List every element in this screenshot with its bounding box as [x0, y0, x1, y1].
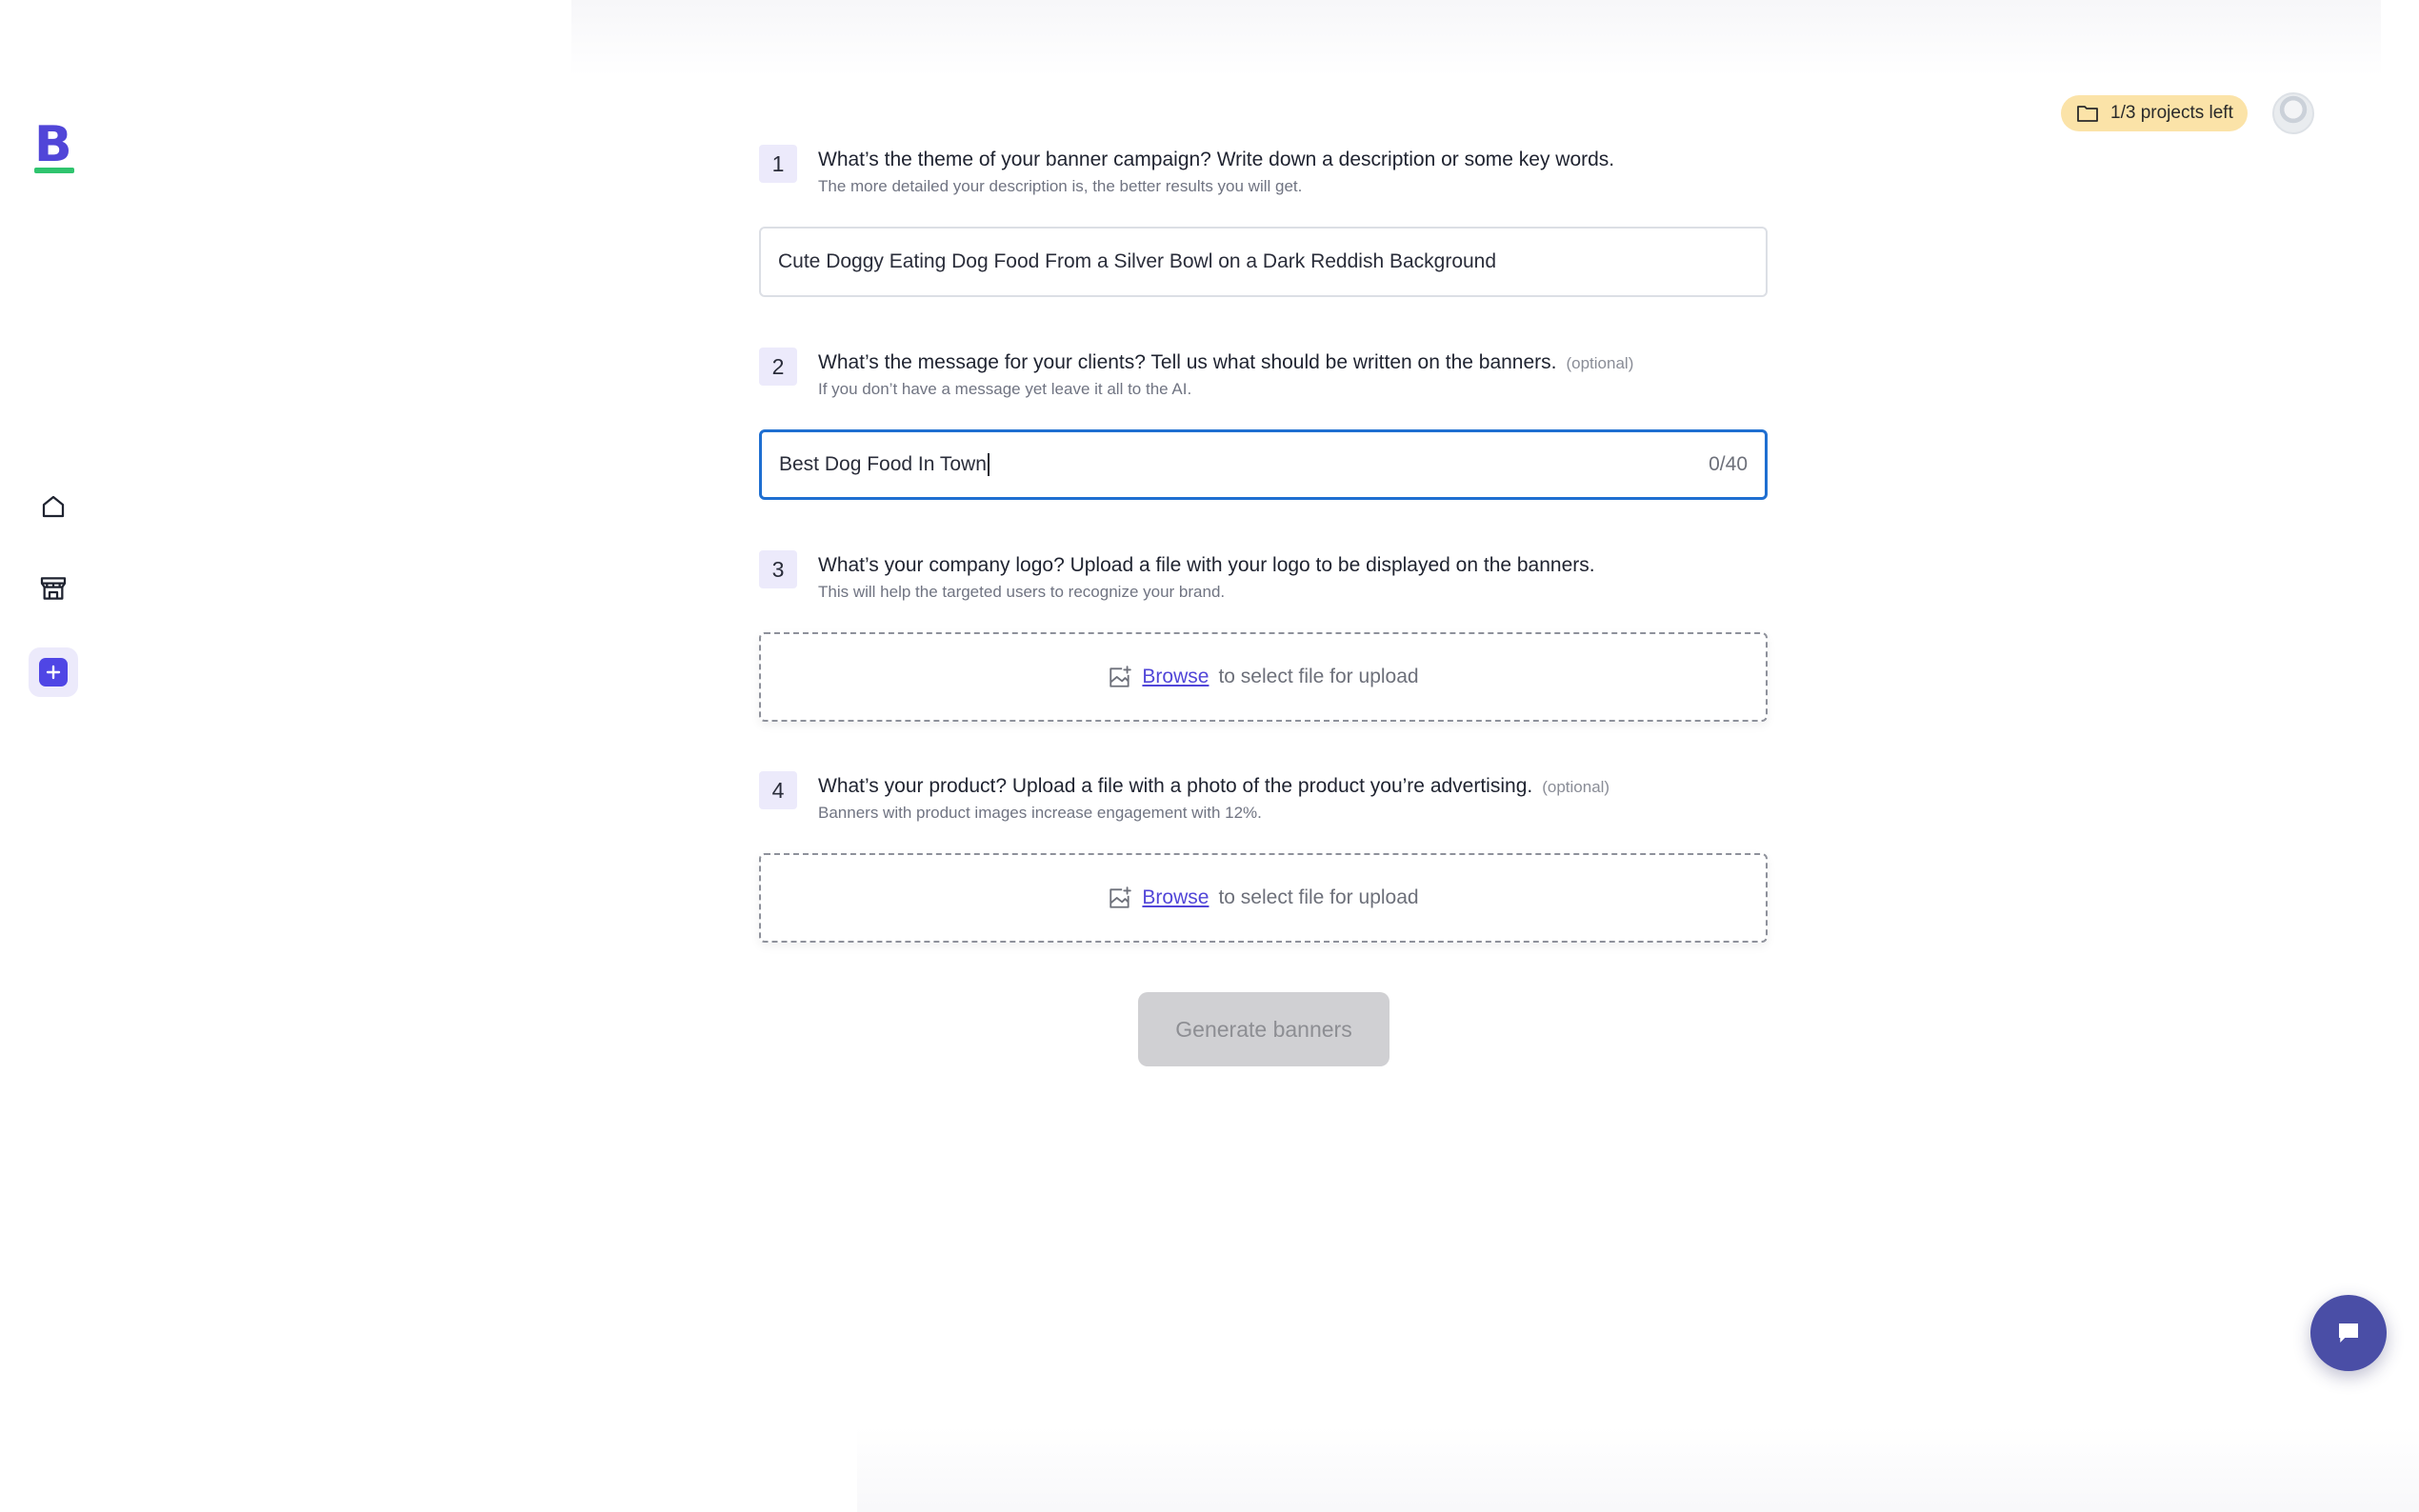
bottom-haze: [857, 1426, 2419, 1512]
step-subtitle: If you don’t have a message yet leave it…: [818, 380, 1192, 398]
optional-label: (optional): [1542, 778, 1610, 796]
step-number: 1: [759, 145, 797, 183]
upload-hint: to select file for upload: [1218, 666, 1419, 687]
product-upload-dropzone[interactable]: Browse to select file for upload: [759, 853, 1768, 943]
plus-icon: [39, 658, 68, 686]
step-number: 3: [759, 550, 797, 588]
char-counter: 0/40: [1709, 453, 1748, 475]
upload-hint: to select file for upload: [1218, 886, 1419, 908]
theme-input-value: Cute Doggy Eating Dog Food From a Silver…: [778, 250, 1497, 272]
step-title: What’s the theme of your banner campaign…: [818, 149, 1615, 170]
sidebar-item-store[interactable]: [29, 564, 78, 613]
folder-icon: [2077, 106, 2098, 122]
message-input-value: Best Dog Food In Town: [779, 453, 987, 475]
step-subtitle: The more detailed your description is, t…: [818, 177, 1303, 195]
step-title: What’s your product? Upload a file with …: [818, 775, 1609, 798]
projects-left-text: 1/3 projects left: [2110, 103, 2233, 123]
step-title-text: What’s the message for your clients? Tel…: [818, 351, 1557, 373]
sidebar: B: [0, 0, 107, 1512]
sidebar-item-home[interactable]: [29, 482, 78, 531]
top-haze: [571, 0, 2381, 76]
logo-upload-dropzone[interactable]: Browse to select file for upload: [759, 632, 1768, 722]
text-caret: [987, 453, 990, 476]
optional-label: (optional): [1566, 354, 1634, 372]
browse-link[interactable]: Browse: [1142, 886, 1209, 909]
step-title: What’s the message for your clients? Tel…: [818, 351, 1633, 374]
user-avatar[interactable]: [2272, 92, 2314, 134]
step-subtitle: This will help the targeted users to rec…: [818, 583, 1226, 601]
step-number: 4: [759, 771, 797, 809]
store-icon: [40, 577, 67, 600]
page: B 1/3 projects left 1 What’s the theme o…: [0, 0, 2419, 1512]
chat-button[interactable]: [2310, 1295, 2387, 1371]
browse-link[interactable]: Browse: [1142, 666, 1209, 688]
message-input[interactable]: Best Dog Food In Town 0/40: [759, 429, 1768, 500]
theme-input[interactable]: Cute Doggy Eating Dog Food From a Silver…: [759, 227, 1768, 297]
generate-banners-button[interactable]: Generate banners: [1138, 992, 1389, 1066]
step-title-text: What’s your product? Upload a file with …: [818, 775, 1533, 797]
home-icon: [42, 495, 65, 518]
step-subtitle: Banners with product images increase eng…: [818, 804, 1262, 822]
add-image-icon: [1110, 666, 1132, 687]
step-number: 2: [759, 348, 797, 386]
projects-left-badge[interactable]: 1/3 projects left: [2061, 95, 2248, 131]
step-title: What’s your company logo? Upload a file …: [818, 554, 1595, 576]
logo-underline: [34, 168, 74, 173]
add-image-icon: [1110, 886, 1132, 908]
chat-bubble-icon: [2339, 1323, 2358, 1343]
sidebar-item-new-project[interactable]: [29, 647, 78, 697]
